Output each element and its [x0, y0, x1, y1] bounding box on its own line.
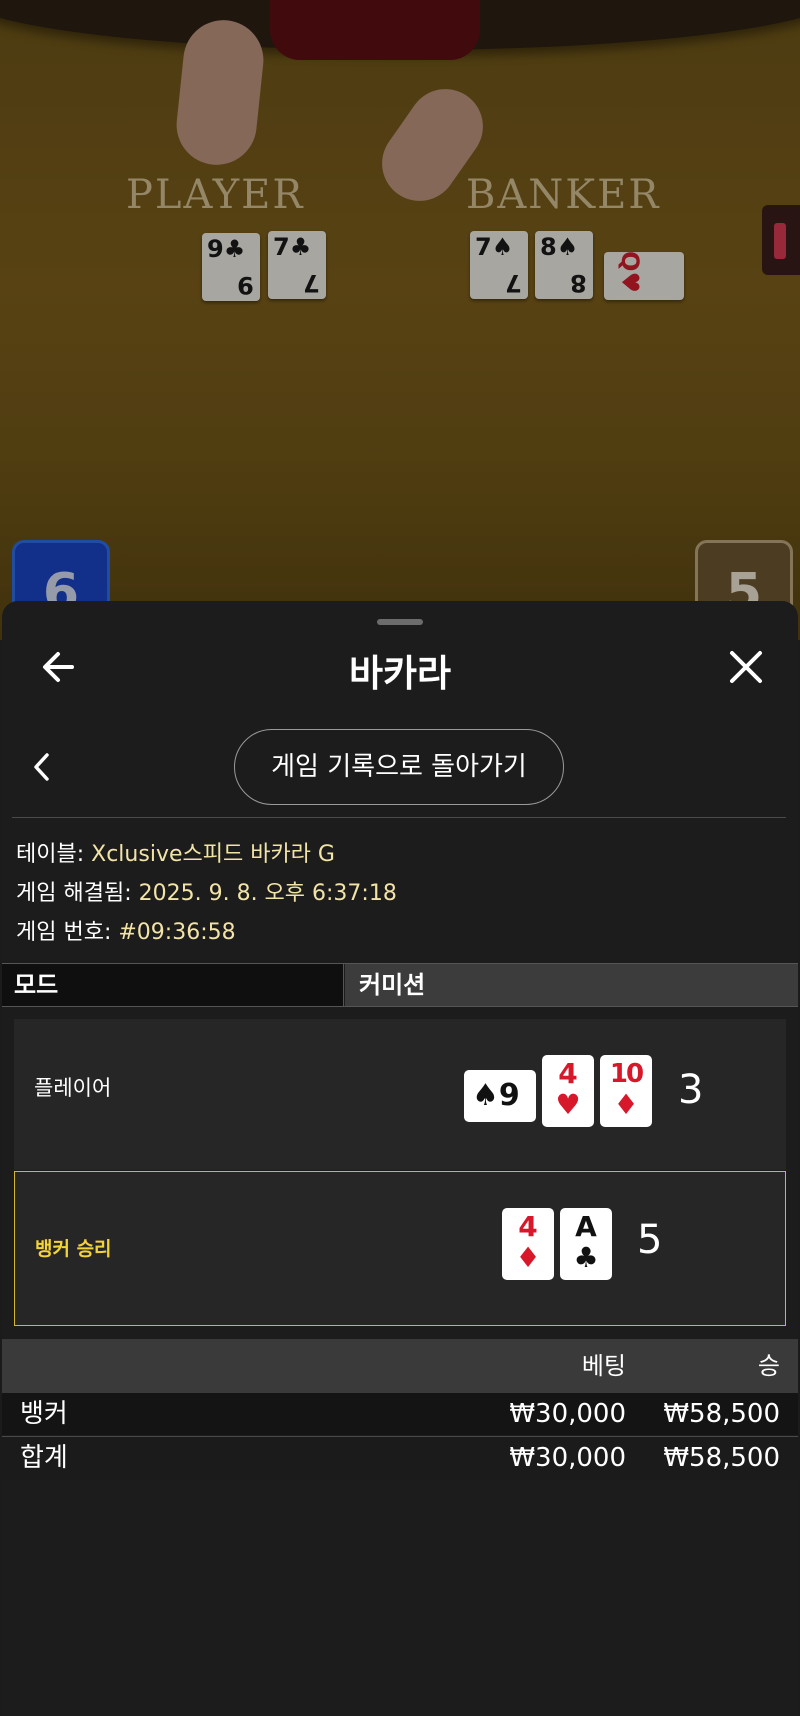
- bets-table-header: 베팅 승: [2, 1339, 798, 1393]
- table-row: 뱅커 ₩30,000 ₩58,500: [2, 1393, 798, 1435]
- banker-card-2: A ♣: [560, 1208, 612, 1280]
- column-header-win: 승: [757, 1352, 780, 1380]
- mode-row: 모드 커미션: [2, 963, 798, 1007]
- chevron-left-icon[interactable]: [28, 747, 56, 791]
- banker-hand-row: 뱅커 승리 4 ♦ A ♣ 5: [14, 1171, 786, 1326]
- back-to-history-button[interactable]: 게임 기록으로 돌아가기: [234, 729, 564, 805]
- player-hand-row: 플레이어 ♠9 4 ♥ 10 ♦ 3: [14, 1019, 786, 1170]
- column-header-bet: 베팅: [581, 1352, 626, 1380]
- mode-value: 커미션: [345, 964, 798, 1006]
- player-card-3: 10 ♦: [600, 1055, 652, 1127]
- player-card-2: 4 ♥: [542, 1055, 594, 1127]
- table-info: 테이블: Xclusive스피드 바카라 G: [16, 842, 335, 867]
- banker-win-label: 뱅커 승리: [35, 1238, 112, 1260]
- divider: [12, 817, 786, 818]
- table-total-row: 합계 ₩30,000 ₩58,500: [2, 1436, 798, 1479]
- banker-hand-score: 5: [637, 1217, 663, 1263]
- mode-label: 모드: [2, 964, 344, 1006]
- banker-card-1: 4 ♦: [502, 1208, 554, 1280]
- game-number-info: 게임 번호: #09:36:58: [16, 920, 236, 945]
- player-hand-score: 3: [678, 1067, 704, 1113]
- live-video-feed: PLAYER BANKER 9♣ 9 7♣ 7 7♠ 7 8♠ 8 Q♥ 6 5: [0, 0, 800, 640]
- close-icon[interactable]: [720, 641, 772, 693]
- page-title: 바카라: [348, 652, 452, 695]
- player-card-1: ♠9: [464, 1070, 536, 1122]
- player-hand-label: 플레이어: [34, 1076, 112, 1100]
- sheet-drag-handle[interactable]: [377, 619, 423, 625]
- resolved-time-info: 게임 해결됨: 2025. 9. 8. 오후 6:37:18: [16, 881, 397, 906]
